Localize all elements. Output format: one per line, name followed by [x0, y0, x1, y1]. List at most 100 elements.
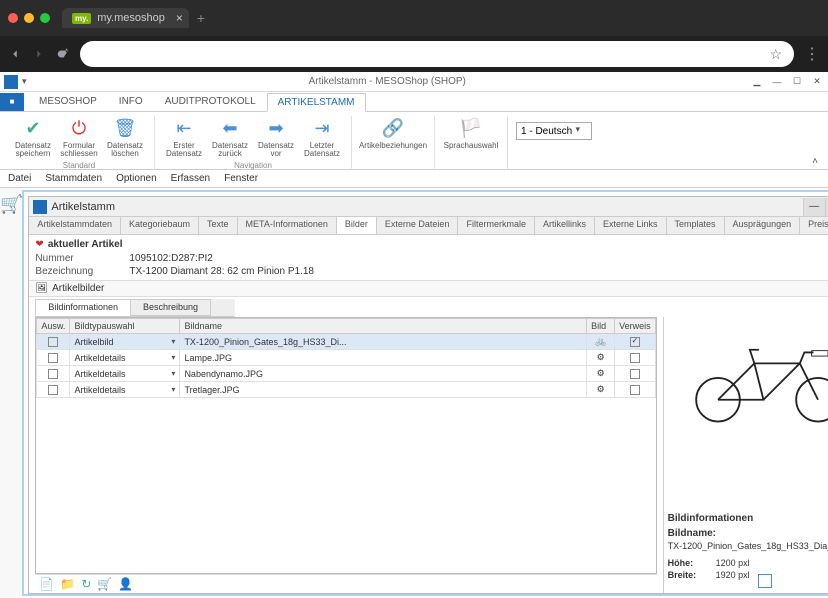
sub-tab-externe dateien[interactable]: Externe Dateien: [377, 217, 459, 234]
browser-menu-icon[interactable]: ⋮: [804, 44, 820, 64]
sub-tab-templates[interactable]: Templates: [667, 217, 725, 234]
sub-tab-preise[interactable]: Preise: [800, 217, 828, 234]
last-record-button[interactable]: ⇥LetzterDatensatz: [299, 116, 345, 158]
tool-cart-icon[interactable]: 🛒: [97, 577, 112, 591]
grid-col-bildtypauswahl[interactable]: Bildtypauswahl: [70, 319, 180, 334]
app-maximize-button[interactable]: ☐: [788, 75, 806, 89]
sub-tab-ausprägungen[interactable]: Ausprägungen: [725, 217, 801, 234]
chevron-down-icon[interactable]: ▾: [171, 337, 175, 346]
app-title: Artikelstamm - MESOShop (SHOP): [27, 76, 748, 87]
relations-icon: 🔗: [381, 116, 405, 140]
sub-tabs: ArtikelstammdatenKategoriebaumTexteMETA-…: [29, 217, 828, 235]
close-form-button[interactable]: ⏻ Formularschliessen: [56, 116, 102, 158]
table-row[interactable]: Artikeldetails▾Lampe.JPG⚙: [37, 350, 655, 366]
menu-fenster[interactable]: Fenster: [224, 173, 258, 184]
inner-tab-beschreibung[interactable]: Beschreibung: [130, 299, 211, 316]
ribbon-tab-artikelstamm[interactable]: ARTIKELSTAMM: [267, 93, 366, 112]
cart-icon[interactable]: 🛒+: [0, 194, 22, 598]
menu-datei[interactable]: Datei: [8, 173, 31, 184]
collapse-ribbon-icon[interactable]: ˄: [812, 156, 818, 169]
nav-back-icon[interactable]: [8, 47, 22, 61]
table-row[interactable]: Artikeldetails▾Tretlager.JPG⚙: [37, 382, 655, 398]
preview-width-value: 1920 pxl: [716, 570, 750, 588]
thumbnail-icon: ⚙: [597, 384, 605, 394]
app-close-button[interactable]: ✕: [808, 75, 826, 89]
nummer-label: Nummer: [35, 253, 105, 264]
verweis-checkbox[interactable]: [630, 353, 640, 363]
thumbnail-icon: ⚙: [597, 368, 605, 378]
reload-icon[interactable]: [56, 47, 70, 61]
language-button[interactable]: 🏳️Sprachauswahl: [441, 116, 501, 150]
row-select-checkbox[interactable]: [48, 369, 58, 379]
ribbon-body: ✔ Datensatzspeichern ⏻ Formularschliesse…: [0, 112, 828, 170]
menu-optionen[interactable]: Optionen: [116, 173, 157, 184]
verweis-checkbox[interactable]: [630, 369, 640, 379]
nav-forward-icon[interactable]: [32, 47, 46, 61]
tool-folder-icon[interactable]: 📁: [60, 577, 75, 591]
tab-title: my.mesoshop: [97, 12, 165, 24]
child-minimize-button[interactable]: —: [803, 198, 825, 216]
chevron-down-icon[interactable]: ▾: [171, 369, 175, 378]
sub-tab-artikelstammdaten[interactable]: Artikelstammdaten: [29, 217, 121, 234]
verweis-checkbox[interactable]: [630, 337, 640, 347]
app-restore-button[interactable]: —: [768, 75, 786, 89]
menu-stammdaten[interactable]: Stammdaten: [45, 173, 102, 184]
browser-tab[interactable]: my. my.mesoshop ×: [62, 8, 189, 28]
grid-col-ausw.[interactable]: Ausw.: [37, 319, 70, 334]
app-minimize-button[interactable]: ▁: [748, 75, 766, 89]
chevron-down-icon[interactable]: ▾: [171, 353, 175, 362]
relations-button[interactable]: 🔗Artikelbeziehungen: [358, 116, 428, 150]
row-select-checkbox[interactable]: [48, 337, 58, 347]
language-select[interactable]: 1 - Deutsch: [516, 122, 592, 140]
child-maximize-button[interactable]: ☐: [825, 198, 828, 216]
trash-icon: 🗑: [113, 116, 137, 140]
sub-tab-artikellinks[interactable]: Artikellinks: [535, 217, 595, 234]
table-row[interactable]: Artikelbild▾TX-1200_Pinion_Gates_18g_HS3…: [37, 334, 655, 350]
tab-close-icon[interactable]: ×: [176, 11, 183, 25]
tool-user-icon[interactable]: 👤: [118, 577, 133, 591]
new-tab-button[interactable]: +: [197, 10, 205, 26]
menu-erfassen[interactable]: Erfassen: [171, 173, 210, 184]
sub-tab-texte[interactable]: Texte: [199, 217, 238, 234]
url-input[interactable]: ☆: [80, 41, 794, 67]
ribbon-tab-auditprotokoll[interactable]: AUDITPROTOKOLL: [154, 92, 267, 111]
inner-tab-bildinformationen[interactable]: Bildinformationen: [35, 299, 131, 316]
close-dot[interactable]: [8, 13, 18, 23]
ribbon-tab-mesoshop[interactable]: MESOSHOP: [28, 92, 108, 111]
sub-tab-bilder[interactable]: Bilder: [337, 217, 377, 234]
first-record-button[interactable]: ⇤ErsterDatensatz: [161, 116, 207, 158]
minimize-dot[interactable]: [24, 13, 34, 23]
maximize-dot[interactable]: [40, 13, 50, 23]
tool-refresh-icon[interactable]: ↻: [81, 577, 91, 591]
sub-tab-meta-informationen[interactable]: META-Informationen: [238, 217, 337, 234]
image-icon: 🖼: [35, 283, 48, 294]
tool-add-icon[interactable]: 📄: [39, 577, 54, 591]
table-row[interactable]: Artikeldetails▾Nabendynamo.JPG⚙: [37, 366, 655, 382]
next-record-button[interactable]: ➡Datensatzvor: [253, 116, 299, 158]
heart-icon: ❤: [35, 239, 43, 250]
address-bar: ☆ ⋮: [0, 36, 828, 72]
image-grid[interactable]: Ausw.BildtypauswahlBildnameBildVerweis A…: [35, 317, 656, 574]
sub-tab-filtermerkmale[interactable]: Filtermerkmale: [458, 217, 535, 234]
save-button[interactable]: ✔ Datensatzspeichern: [10, 116, 56, 158]
row-select-checkbox[interactable]: [48, 385, 58, 395]
bookmark-star-icon[interactable]: ☆: [769, 46, 782, 63]
grid-col-bild[interactable]: Bild: [587, 319, 615, 334]
sub-tab-kategoriebaum[interactable]: Kategoriebaum: [121, 217, 199, 234]
grid-col-verweis[interactable]: Verweis: [615, 319, 656, 334]
power-icon: ⏻: [67, 116, 91, 140]
fullscreen-icon[interactable]: [758, 574, 772, 588]
ribbon-tab-info[interactable]: INFO: [108, 92, 154, 111]
window-controls: [8, 13, 50, 23]
verweis-checkbox[interactable]: [630, 385, 640, 395]
bezeichnung-value: TX-1200 Diamant 28: 62 cm Pinion P1.18: [129, 266, 314, 277]
current-article-label: aktueller Artikel: [48, 239, 123, 250]
chevron-down-icon[interactable]: ▾: [171, 385, 175, 394]
prev-record-button[interactable]: ⬅Datensatzzurück: [207, 116, 253, 158]
file-tab[interactable]: ■: [0, 93, 24, 111]
arrow-right-icon: ➡: [264, 116, 288, 140]
row-select-checkbox[interactable]: [48, 353, 58, 363]
grid-col-bildname[interactable]: Bildname: [180, 319, 587, 334]
delete-button[interactable]: 🗑 Datensatzlöschen: [102, 116, 148, 158]
sub-tab-externe links[interactable]: Externe Links: [595, 217, 667, 234]
